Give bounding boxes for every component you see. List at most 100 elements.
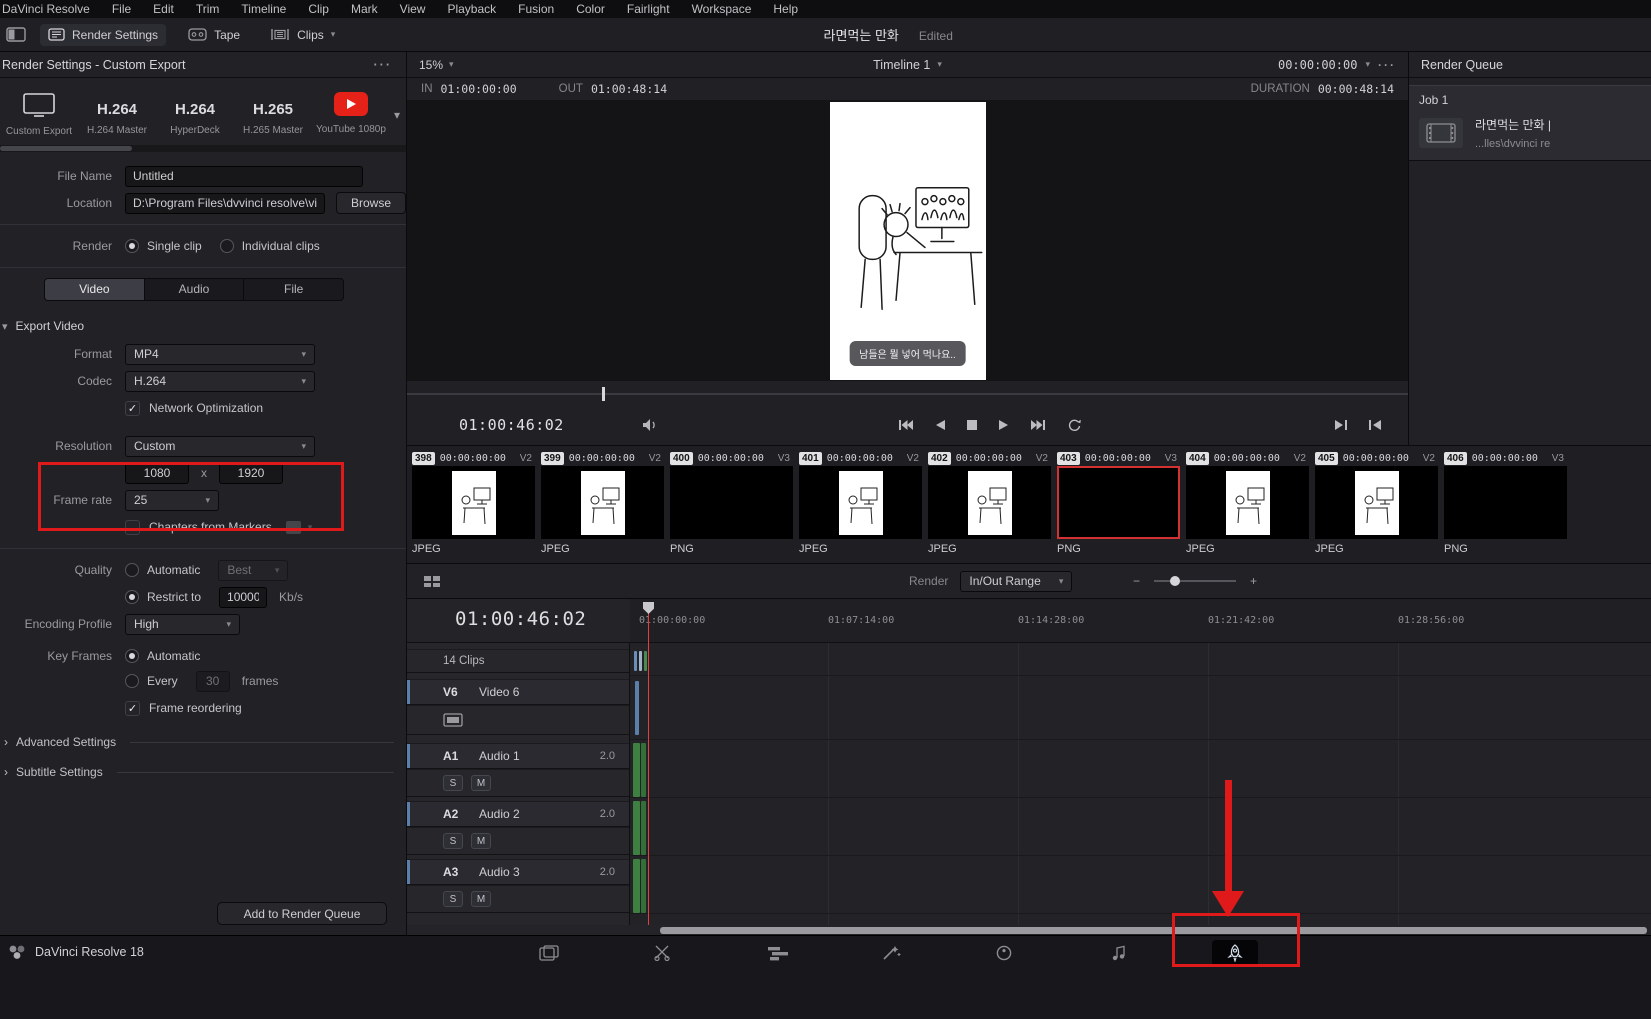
- encoding-profile-select[interactable]: High ▾: [125, 613, 240, 635]
- keyframes-automatic-radio[interactable]: [125, 649, 139, 663]
- mute-button-a3[interactable]: M: [471, 891, 491, 907]
- timeline-scrollbar[interactable]: [660, 927, 1647, 934]
- volume-icon[interactable]: [642, 418, 658, 432]
- quality-restrict-radio[interactable]: [125, 590, 139, 604]
- individual-clips-radio[interactable]: [219, 239, 234, 253]
- preset-youtube-1080p[interactable]: YouTube 1080p: [314, 92, 388, 135]
- codec-select[interactable]: H.264 ▾: [125, 370, 315, 392]
- skip-to-end-button[interactable]: [1028, 417, 1048, 433]
- menu-view[interactable]: View: [400, 2, 426, 16]
- timeline-tracks-area[interactable]: [630, 643, 1651, 925]
- jump-to-last-frame-button[interactable]: [1332, 417, 1350, 433]
- preset-more-chevron-icon[interactable]: ▾: [394, 108, 400, 122]
- menu-clip[interactable]: Clip: [308, 2, 329, 16]
- preset-custom-export[interactable]: Custom Export: [2, 92, 76, 137]
- zoom-select[interactable]: 15% ▾: [419, 58, 454, 72]
- menu-edit[interactable]: Edit: [153, 2, 174, 16]
- play-button[interactable]: [996, 417, 1011, 433]
- play-reverse-button[interactable]: [933, 417, 948, 433]
- add-to-render-queue-button[interactable]: Add to Render Queue: [217, 902, 387, 925]
- page-cut-button[interactable]: [640, 940, 686, 966]
- preset-scrollbar-thumb[interactable]: [0, 146, 132, 151]
- render-range-select[interactable]: In/Out Range ▾: [960, 570, 1073, 592]
- menu-color[interactable]: Color: [576, 2, 605, 16]
- menu-help[interactable]: Help: [773, 2, 798, 16]
- track-header-a1[interactable]: A1 Audio 1 2.0: [407, 743, 629, 769]
- export-video-section-toggle[interactable]: ▾ Export Video: [2, 319, 406, 333]
- resolution-select[interactable]: Custom ▾: [125, 435, 315, 457]
- single-clip-radio[interactable]: [125, 239, 139, 253]
- keyframes-interval-input[interactable]: [195, 670, 230, 692]
- loop-button[interactable]: [1065, 417, 1084, 434]
- slider-handle[interactable]: [1170, 576, 1181, 586]
- playhead-line[interactable]: [648, 602, 649, 925]
- preset-scrollbar[interactable]: [0, 145, 406, 152]
- jump-to-first-frame-button[interactable]: [1366, 417, 1384, 433]
- menu-file[interactable]: File: [112, 2, 131, 16]
- clip-thumbnail-405[interactable]: 405 00:00:00:00 V2 JPEG: [1315, 450, 1438, 563]
- preset-h265-master[interactable]: H.265 H.265 Master: [236, 92, 310, 136]
- page-deliver-button[interactable]: [1212, 940, 1258, 966]
- tape-button[interactable]: Tape: [180, 24, 248, 46]
- preset-hyperdeck[interactable]: H.264 HyperDeck: [158, 92, 232, 136]
- track-header-a2[interactable]: A2 Audio 2 2.0: [407, 801, 629, 827]
- track-header-v6[interactable]: V6 Video 6: [407, 679, 629, 705]
- zoom-in-icon[interactable]: +: [1250, 574, 1257, 588]
- format-select[interactable]: MP4 ▾: [125, 343, 315, 365]
- tab-audio[interactable]: Audio: [145, 279, 245, 300]
- subtitle-settings-toggle[interactable]: › Subtitle Settings: [4, 765, 406, 779]
- zoom-out-icon[interactable]: −: [1133, 574, 1140, 588]
- menu-workspace[interactable]: Workspace: [692, 2, 752, 16]
- advanced-settings-toggle[interactable]: › Advanced Settings: [4, 735, 406, 749]
- page-fairlight-button[interactable]: [1096, 940, 1142, 966]
- resolution-height-input[interactable]: [219, 462, 283, 484]
- timeline-select[interactable]: Timeline 1 ▾: [873, 58, 942, 72]
- menu-mark[interactable]: Mark: [351, 2, 378, 16]
- solo-button-a2[interactable]: S: [443, 833, 463, 849]
- mute-button-a2[interactable]: M: [471, 833, 491, 849]
- chevron-down-icon[interactable]: ▾: [1365, 59, 1370, 70]
- tab-video[interactable]: Video: [45, 279, 145, 300]
- mute-button-a1[interactable]: M: [471, 775, 491, 791]
- solo-button-a3[interactable]: S: [443, 891, 463, 907]
- menu-fusion[interactable]: Fusion: [518, 2, 554, 16]
- clip-thumbnail-404[interactable]: 404 00:00:00:00 V2 JPEG: [1186, 450, 1309, 563]
- clip-thumbnail-400[interactable]: 400 00:00:00:00 V3 PNG: [670, 450, 793, 563]
- viewer-scrubber[interactable]: [407, 381, 1408, 405]
- preset-h264-master[interactable]: H.264 H.264 Master: [80, 92, 154, 136]
- network-optimization-checkbox[interactable]: ✓: [125, 400, 140, 416]
- clip-thumbnail-406[interactable]: 406 00:00:00:00 V3 PNG: [1444, 450, 1567, 563]
- skip-to-start-button[interactable]: [896, 417, 916, 433]
- frame-rate-select[interactable]: 25 ▾: [125, 489, 219, 511]
- clip-thumbnail-398[interactable]: 398 00:00:00:00 V2 JPEG: [412, 450, 535, 563]
- file-name-input[interactable]: [125, 165, 363, 187]
- page-media-button[interactable]: [527, 940, 573, 966]
- solo-button-a1[interactable]: S: [443, 775, 463, 791]
- panel-options-icon[interactable]: ···: [374, 58, 393, 72]
- page-edit-button[interactable]: [755, 940, 801, 966]
- chapters-from-markers-checkbox[interactable]: [125, 519, 140, 535]
- frame-reordering-checkbox[interactable]: ✓: [125, 700, 140, 716]
- track-header-a3[interactable]: A3 Audio 3 2.0: [407, 859, 629, 885]
- panel-toggle-icon[interactable]: [6, 27, 26, 42]
- timeline-zoom-slider[interactable]: [1154, 576, 1237, 586]
- page-color-button[interactable]: [981, 940, 1027, 966]
- menu-playback[interactable]: Playback: [447, 2, 496, 16]
- menu-fairlight[interactable]: Fairlight: [627, 2, 670, 16]
- quality-automatic-radio[interactable]: [125, 563, 139, 577]
- menu-trim[interactable]: Trim: [196, 2, 220, 16]
- clips-button[interactable]: Clips ▾: [262, 24, 343, 46]
- tab-file[interactable]: File: [244, 279, 343, 300]
- keyframes-every-radio[interactable]: [125, 674, 139, 688]
- clip-thumbnail-402[interactable]: 402 00:00:00:00 V2 JPEG: [928, 450, 1051, 563]
- browse-button[interactable]: Browse: [335, 192, 406, 214]
- timeline-ruler[interactable]: 01:00:00:00 01:07:14:00 01:14:28:00 01:2…: [630, 599, 1651, 642]
- render-settings-button[interactable]: Render Settings: [40, 23, 167, 46]
- menu-davinci-resolve[interactable]: DaVinci Resolve: [2, 2, 90, 16]
- clip-thumbnail-403-current[interactable]: 403 00:00:00:00 V3 PNG: [1057, 450, 1180, 563]
- resolution-width-input[interactable]: [125, 462, 189, 484]
- viewer-options-icon[interactable]: ···: [1378, 58, 1396, 72]
- clip-thumbnail-401[interactable]: 401 00:00:00:00 V2 JPEG: [799, 450, 922, 563]
- scrubber-playhead[interactable]: [602, 387, 606, 401]
- location-input[interactable]: [125, 192, 325, 214]
